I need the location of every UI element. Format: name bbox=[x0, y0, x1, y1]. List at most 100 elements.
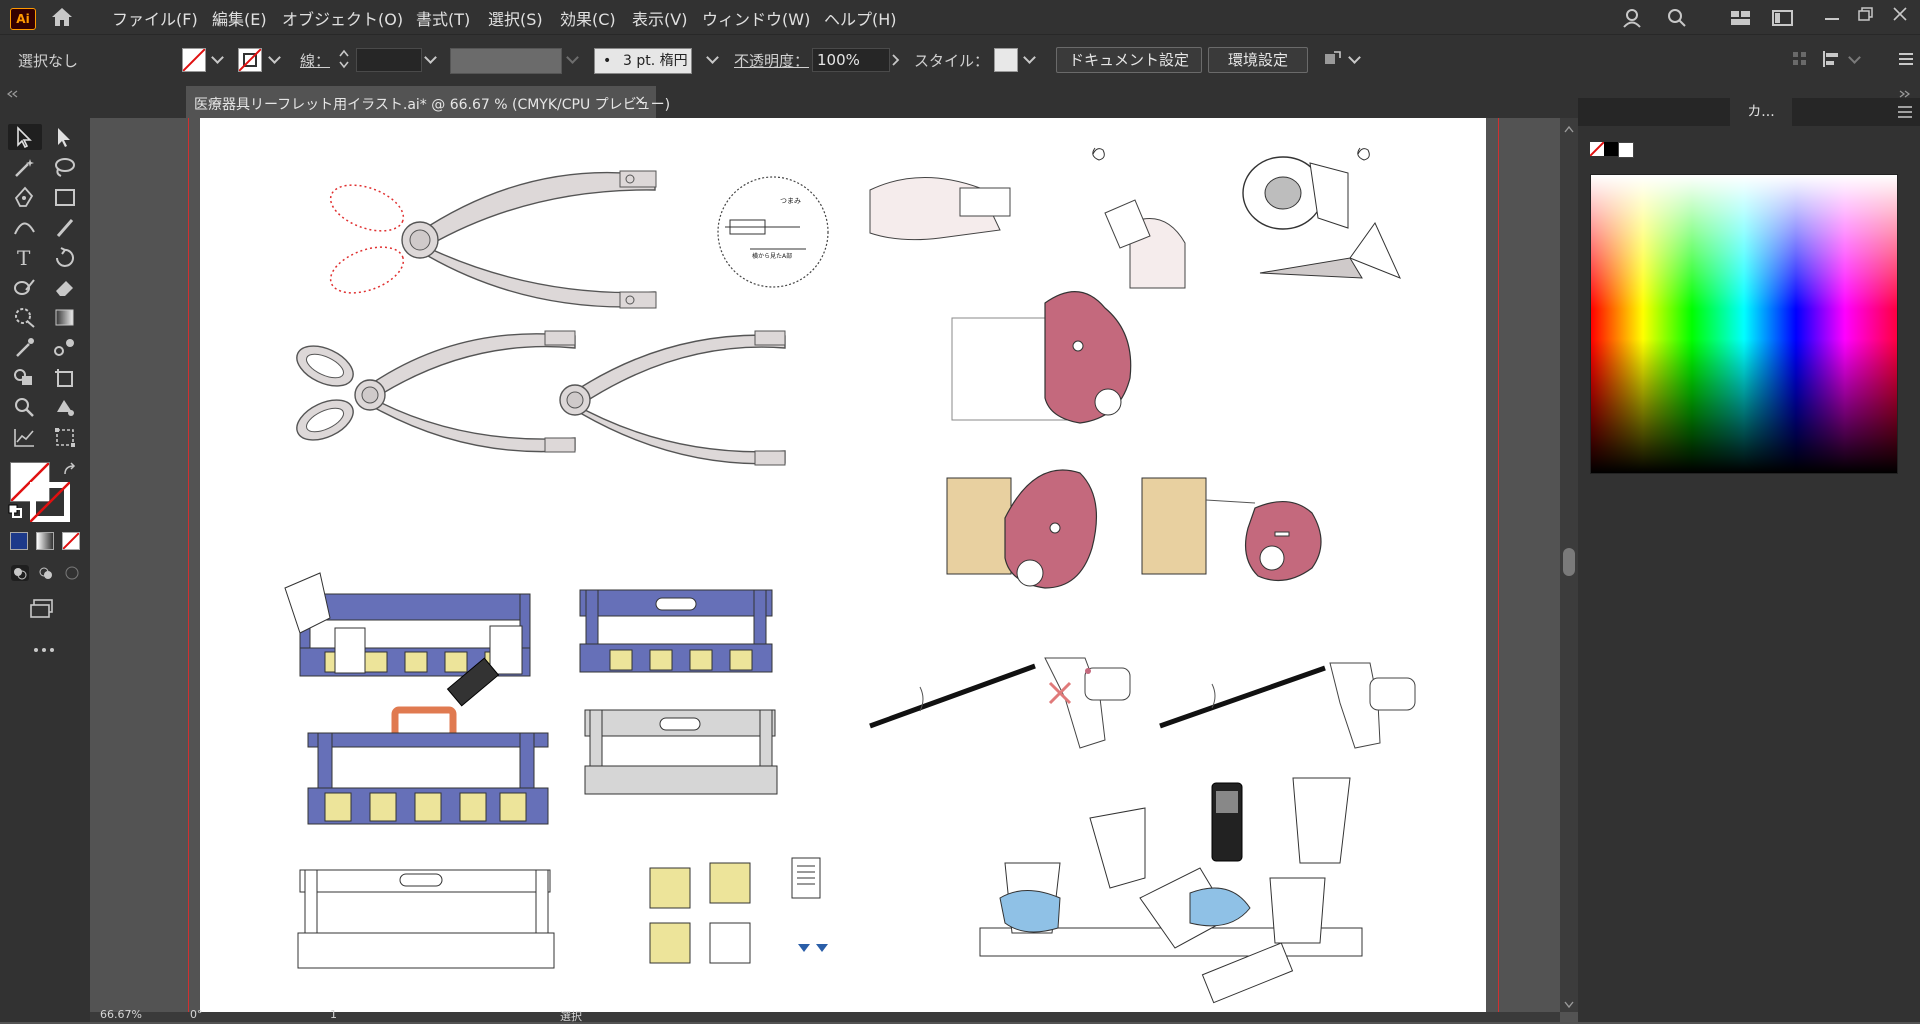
color-mode-icon[interactable] bbox=[10, 532, 28, 550]
free-transform-tool-icon[interactable] bbox=[52, 426, 78, 448]
scroll-up-icon[interactable] bbox=[1564, 122, 1574, 133]
fill-dropdown-chevron-icon[interactable] bbox=[211, 51, 224, 64]
close-window-icon[interactable] bbox=[1890, 5, 1910, 23]
tongs-with-scissor-handles[interactable] bbox=[291, 330, 576, 453]
blue-tray-empty-illustration[interactable] bbox=[579, 589, 773, 673]
brush-definition[interactable]: • 3 pt. 楕円 bbox=[594, 48, 692, 74]
curvature-tool-icon[interactable] bbox=[12, 216, 38, 238]
draw-behind-icon[interactable] bbox=[36, 564, 56, 582]
preferences-button[interactable]: 環境設定 bbox=[1208, 47, 1308, 73]
white-tray-outline-illustration[interactable] bbox=[297, 869, 555, 969]
page-field[interactable]: 1 bbox=[330, 1008, 337, 1021]
default-colors-icon[interactable] bbox=[8, 504, 22, 518]
arrange-chevron-icon[interactable] bbox=[1348, 51, 1361, 64]
search-icon[interactable] bbox=[1666, 7, 1688, 29]
pink-dispenser-with-sheet[interactable] bbox=[951, 291, 1132, 424]
align-grid-icon[interactable] bbox=[1792, 51, 1808, 67]
magic-wand-tool-icon[interactable] bbox=[12, 156, 38, 178]
brush-chevron-icon[interactable] bbox=[706, 51, 719, 64]
graph-tool-icon[interactable] bbox=[12, 426, 38, 448]
type-tool-icon[interactable]: T bbox=[12, 246, 38, 270]
gradient-tool-icon[interactable] bbox=[52, 306, 78, 328]
color-panel-menu-icon[interactable] bbox=[1896, 104, 1914, 120]
scroll-thumb[interactable] bbox=[1563, 548, 1575, 576]
tsumami-detail-callout[interactable]: つまみ 横から見たA部 bbox=[717, 176, 829, 288]
minimize-icon[interactable] bbox=[1822, 8, 1842, 26]
rotate-tool-icon[interactable] bbox=[52, 246, 78, 268]
user-search-icon[interactable] bbox=[1622, 7, 1646, 29]
rotation-field[interactable]: 0° bbox=[190, 1008, 203, 1021]
rectangle-tool-icon[interactable] bbox=[52, 186, 78, 208]
stroke-label[interactable]: 線： bbox=[300, 50, 330, 71]
close-tab-icon[interactable]: × bbox=[634, 93, 646, 109]
menu-type[interactable]: 書式(T) bbox=[416, 6, 470, 30]
yellow-clips-illustration[interactable] bbox=[649, 857, 828, 964]
pink-dispenser-with-box-upright[interactable] bbox=[1141, 477, 1322, 582]
tongs-no-handles[interactable] bbox=[559, 330, 786, 466]
shape-builder-tool-icon[interactable] bbox=[12, 366, 38, 388]
arrange-documents-icon[interactable] bbox=[1730, 9, 1752, 27]
style-chevron-icon[interactable] bbox=[1023, 51, 1036, 64]
selection-tool-icon[interactable] bbox=[12, 126, 38, 149]
menu-effect[interactable]: 効果(C) bbox=[560, 6, 616, 30]
paintbrush-tool-icon[interactable] bbox=[52, 216, 78, 238]
graphic-style-swatch[interactable] bbox=[994, 48, 1018, 72]
workspace-icon[interactable] bbox=[1772, 9, 1794, 27]
fill-none-swatch[interactable] bbox=[182, 48, 206, 72]
zoom-field[interactable]: 66.67% bbox=[100, 1008, 142, 1021]
lasso-tool-icon[interactable] bbox=[52, 156, 78, 178]
eraser-tool-icon[interactable] bbox=[52, 276, 78, 298]
blue-tray-with-cups-illustration[interactable] bbox=[284, 572, 531, 707]
collapse-panel-icon[interactable] bbox=[1896, 88, 1914, 98]
warp-tool-icon[interactable] bbox=[12, 306, 38, 328]
menu-file[interactable]: ファイル(F) bbox=[112, 6, 198, 30]
stroke-dropdown-chevron-icon[interactable] bbox=[268, 51, 281, 64]
hands-tearing-tape-illustration[interactable] bbox=[869, 147, 1186, 289]
blue-tray-with-handle-illustration[interactable] bbox=[307, 706, 549, 825]
menu-edit[interactable]: 編集(E) bbox=[212, 6, 267, 30]
pink-dispenser-with-box-tilted[interactable] bbox=[946, 469, 1097, 589]
document-tab[interactable]: 医療器具リーフレット用イラスト.ai* @ 66.67 % (CMYK/CPU … bbox=[186, 86, 670, 118]
align-left-icon[interactable] bbox=[1822, 49, 1844, 69]
pen-tool-icon[interactable] bbox=[12, 186, 38, 208]
menu-view[interactable]: 表示(V) bbox=[632, 6, 687, 30]
stroke-weight-input[interactable] bbox=[356, 48, 422, 72]
menu-help[interactable]: ヘルプ(H) bbox=[824, 6, 897, 30]
black-color-swatch[interactable] bbox=[1604, 142, 1618, 156]
color-panel-tab[interactable]: カ... bbox=[1730, 98, 1792, 126]
collapse-toolbar-icon[interactable] bbox=[4, 88, 84, 98]
direct-selection-tool-icon[interactable] bbox=[52, 126, 78, 148]
gradient-mode-icon[interactable] bbox=[36, 532, 54, 550]
tongs-with-dotted-handles[interactable] bbox=[324, 170, 657, 309]
opacity-arrow-icon[interactable] bbox=[888, 48, 904, 72]
align-chevron-icon[interactable] bbox=[1848, 51, 1861, 64]
draw-normal-icon[interactable] bbox=[10, 564, 30, 582]
shaper-tool-icon[interactable] bbox=[12, 276, 38, 298]
stroke-weight-chevron-icon[interactable] bbox=[424, 51, 437, 64]
opacity-label[interactable]: 不透明度： bbox=[734, 50, 809, 71]
blend-tool-icon[interactable] bbox=[52, 336, 78, 358]
restore-icon[interactable] bbox=[1856, 5, 1876, 23]
stroke-weight-stepper[interactable] bbox=[337, 47, 351, 71]
menu-select[interactable]: 選択(S) bbox=[488, 6, 543, 30]
grey-tray-illustration[interactable] bbox=[584, 709, 778, 795]
scroll-down-icon[interactable] bbox=[1564, 998, 1574, 1009]
arrange-objects-icon[interactable] bbox=[1322, 48, 1344, 70]
eyedropper-tool-icon[interactable] bbox=[12, 336, 38, 358]
swap-fill-stroke-icon[interactable] bbox=[62, 462, 78, 478]
home-icon[interactable] bbox=[50, 6, 74, 28]
none-color-swatch[interactable] bbox=[1589, 141, 1605, 157]
cautery-pen-not-allowed-illustration[interactable] bbox=[869, 657, 1131, 749]
stroke-none-swatch[interactable] bbox=[238, 48, 262, 72]
artboard-tool-icon[interactable] bbox=[52, 366, 78, 388]
vertical-scrollbar[interactable] bbox=[1560, 118, 1578, 1012]
edit-toolbar-more-icon[interactable] bbox=[32, 644, 56, 654]
cautery-pen-allowed-illustration[interactable] bbox=[1159, 662, 1416, 749]
white-color-swatch[interactable] bbox=[1618, 142, 1634, 158]
zoom-tool-icon[interactable] bbox=[12, 396, 38, 418]
opacity-input[interactable]: 100% bbox=[812, 48, 890, 72]
tape-roll-and-scissors-illustration[interactable] bbox=[1242, 147, 1401, 279]
menu-window[interactable]: ウィンドウ(W) bbox=[702, 6, 810, 30]
panel-menu-icon[interactable] bbox=[1896, 49, 1916, 69]
draw-inside-icon[interactable] bbox=[62, 564, 82, 582]
